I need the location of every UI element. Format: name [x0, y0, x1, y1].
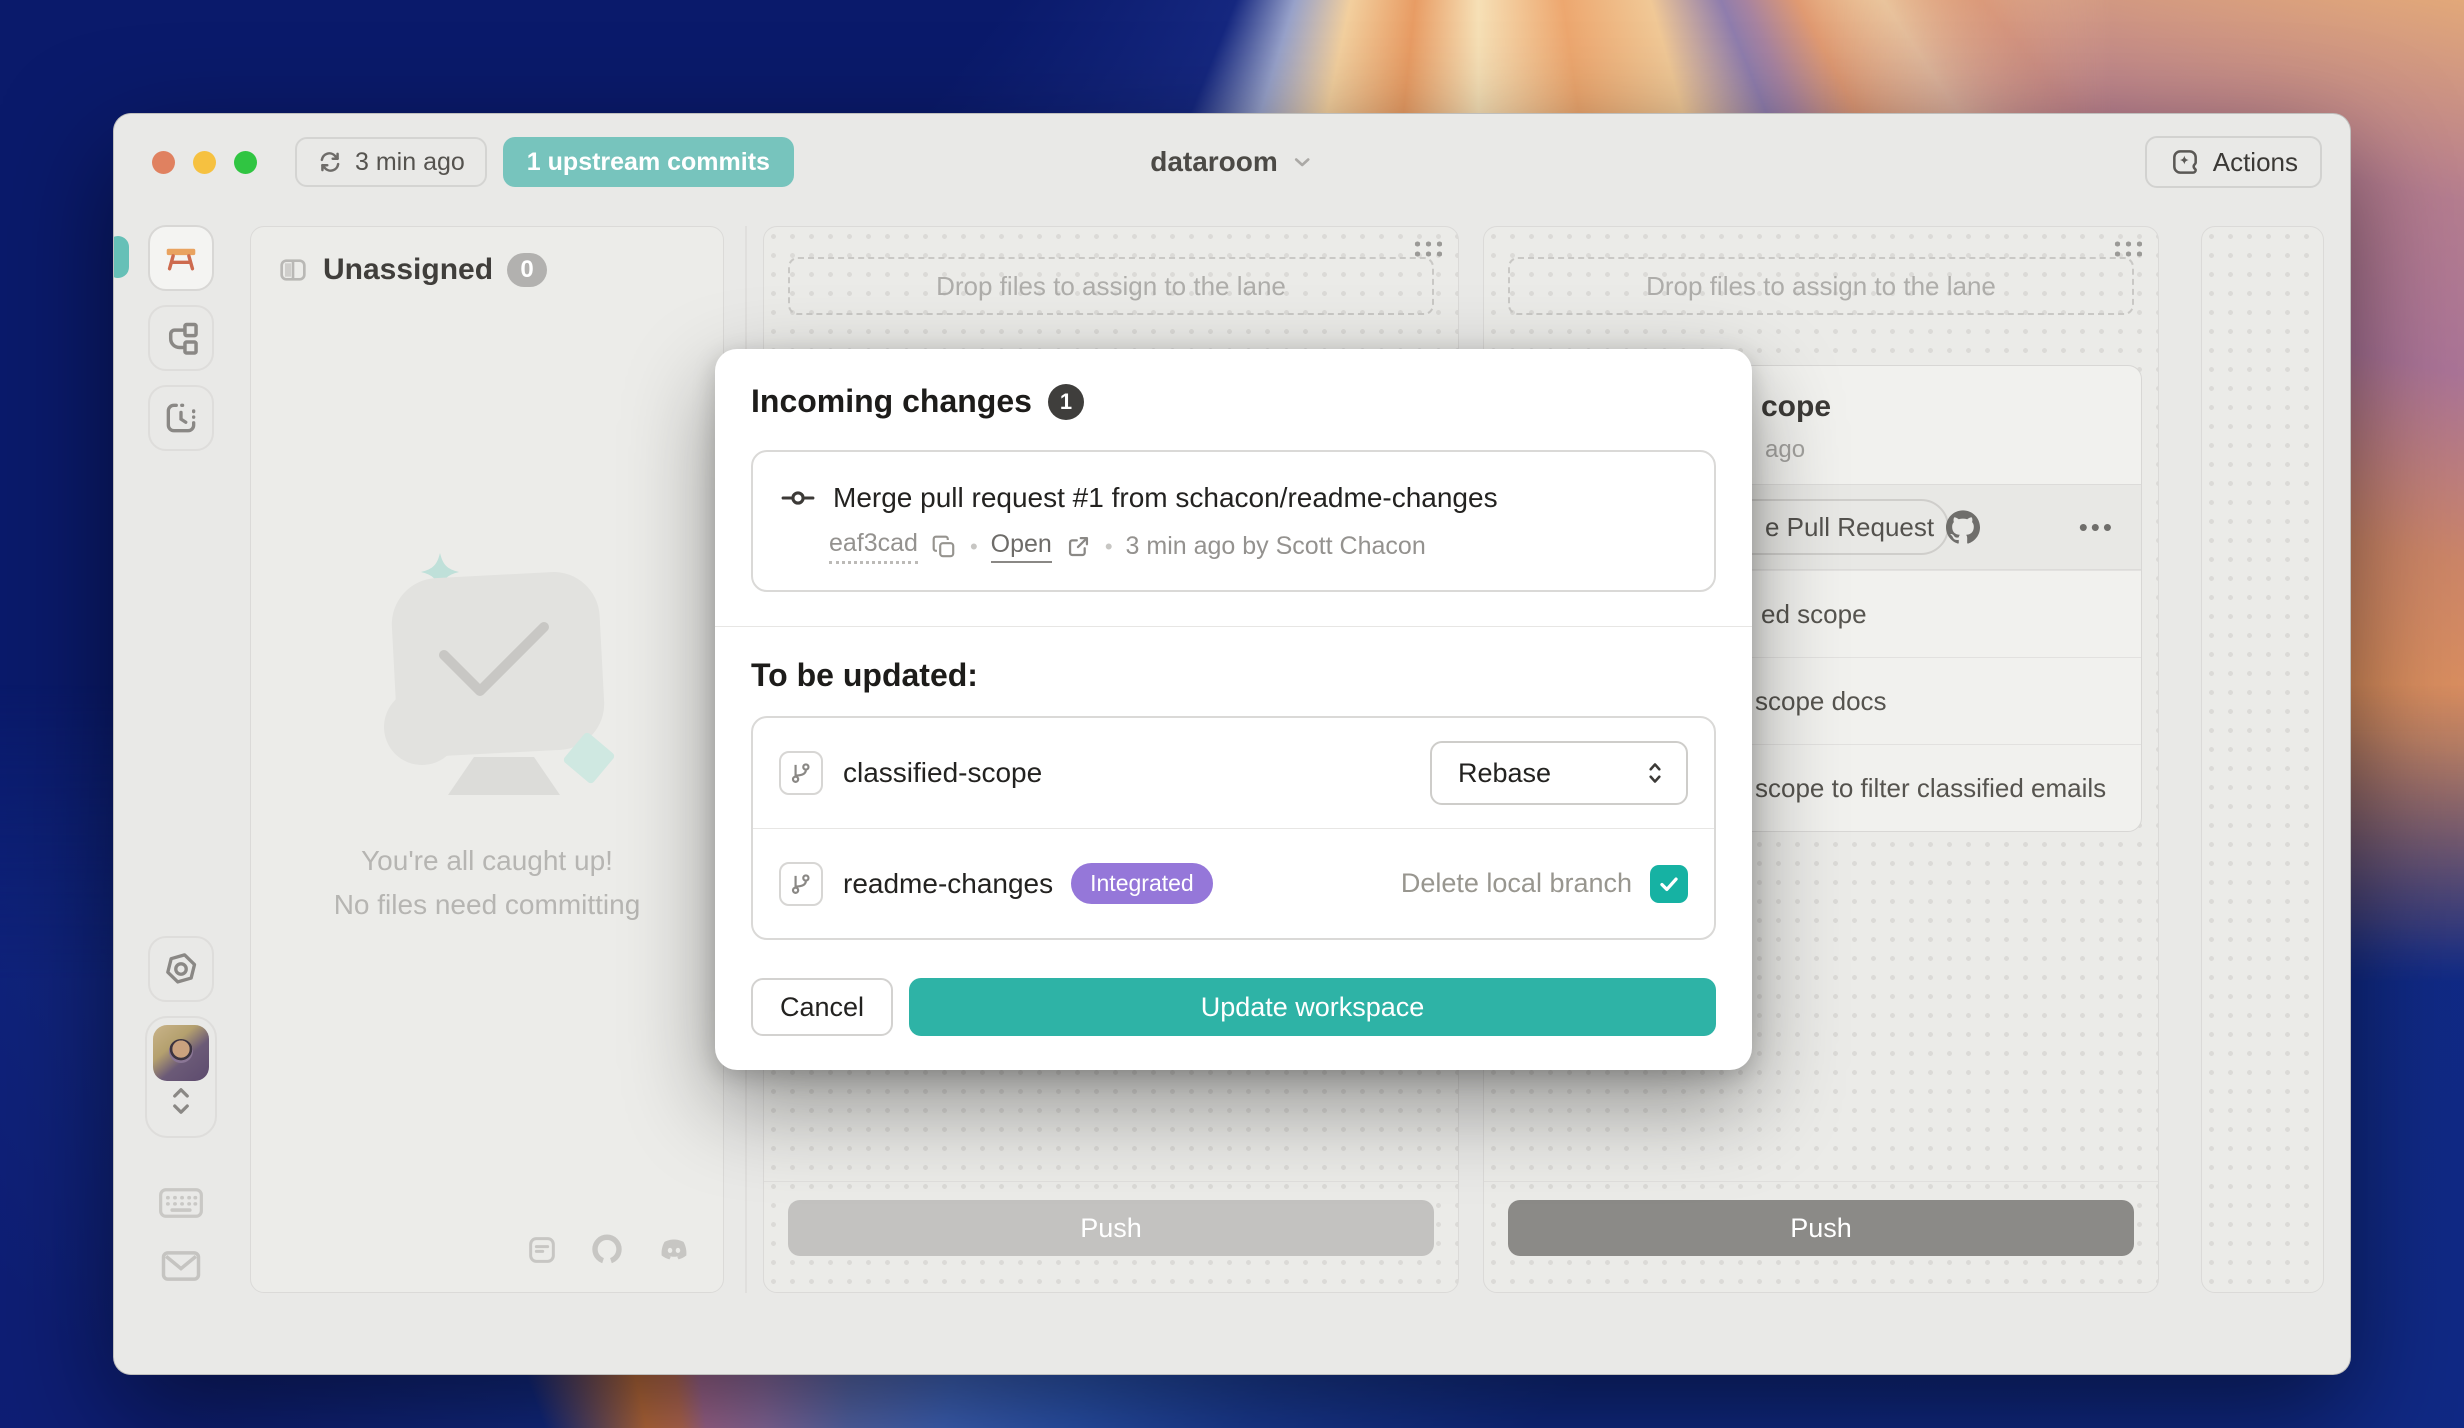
fetch-time-label: 3 min ago [355, 148, 465, 177]
actions-button[interactable]: Actions [2145, 136, 2322, 188]
close-window-button[interactable] [152, 151, 175, 174]
sync-icon [317, 149, 343, 175]
delete-local-branch-checkbox[interactable] [1650, 865, 1688, 903]
branch-row-readme-changes: readme-changes Integrated Delete local b… [753, 828, 1714, 938]
discord-icon[interactable] [655, 1233, 693, 1267]
integrated-badge: Integrated [1071, 863, 1213, 904]
merge-strategy-select[interactable]: Rebase [1430, 741, 1688, 805]
modal-footer: Cancel Update workspace [751, 978, 1716, 1036]
lane-2-footer: Push [1484, 1181, 2158, 1292]
open-source-icon[interactable] [589, 1232, 625, 1268]
branch-card-title-fragment: cope [1761, 390, 2115, 424]
workbench-icon [161, 238, 201, 278]
branch-card-time-fragment: ago [1765, 436, 2115, 464]
zoom-window-button[interactable] [234, 151, 257, 174]
caught-up-illustration [322, 551, 652, 811]
icon-rail [114, 210, 248, 1374]
delete-local-branch-label: Delete local branch [1401, 868, 1632, 899]
lane-drag-handle[interactable] [2112, 239, 2142, 257]
lane-1-footer: Push [764, 1181, 1458, 1292]
fetch-status-button[interactable]: 3 min ago [295, 137, 487, 187]
gear-icon [162, 950, 200, 988]
modal-divider [715, 626, 1752, 627]
upstream-commits-badge[interactable]: 1 upstream commits [503, 137, 794, 187]
empty-state-text: You're all caught up! No files need comm… [251, 839, 723, 927]
branch-row-classified-scope: classified-scope Rebase [753, 718, 1714, 828]
split-view-icon [277, 254, 309, 286]
branch-name: readme-changes [843, 868, 1053, 900]
commit-meta-row: eaf3cad • Open • 3 min ago by Scott Chac… [829, 529, 1686, 564]
branch-icon [779, 862, 823, 906]
branches-to-update-card: classified-scope Rebase readme-changes I… [751, 716, 1716, 940]
lane-1-dropzone[interactable]: Drop files to assign to the lane [788, 257, 1434, 315]
pr-state-link[interactable]: Open [991, 530, 1052, 563]
external-link-icon[interactable] [1065, 533, 1092, 560]
minimize-window-button[interactable] [193, 151, 216, 174]
modal-header: Incoming changes 1 [751, 383, 1716, 420]
separator-dot: • [970, 534, 978, 560]
settings-button[interactable] [148, 936, 214, 1002]
empty-state-line1: You're all caught up! [251, 839, 723, 883]
modal-title: Incoming changes [751, 383, 1032, 420]
commit-meta: 3 min ago by Scott Chacon [1126, 532, 1426, 561]
unassigned-header: Unassigned 0 [251, 227, 723, 313]
branch-name: classified-scope [843, 757, 1042, 789]
incoming-commit-card: Merge pull request #1 from schacon/readm… [751, 450, 1716, 592]
separator-dot: • [1105, 534, 1113, 560]
history-tab-button[interactable] [148, 385, 214, 451]
branches-icon [162, 319, 200, 357]
unassigned-title: Unassigned [323, 253, 493, 287]
account-switcher[interactable] [145, 1016, 217, 1138]
cancel-button[interactable]: Cancel [751, 978, 893, 1036]
project-switcher[interactable]: dataroom [1150, 146, 1314, 178]
branches-tab-button[interactable] [148, 305, 214, 371]
unassigned-panel: Unassigned 0 You're all caught up! No [250, 226, 724, 1293]
project-title: dataroom [1150, 146, 1278, 178]
unassigned-count-badge: 0 [507, 253, 547, 287]
lane-drag-handle[interactable] [1412, 239, 1442, 257]
selected-strategy: Rebase [1458, 758, 1551, 789]
mail-feedback-button[interactable] [160, 1248, 202, 1284]
push-button[interactable]: Push [1508, 1200, 2134, 1256]
sparkle-box-icon [2169, 146, 2201, 178]
lane-3-partial [2201, 226, 2324, 1293]
commit-message-fragment: scope to filter classified emails [1755, 773, 2106, 804]
update-workspace-button[interactable]: Update workspace [909, 978, 1716, 1036]
keyboard-shortcuts-button[interactable] [158, 1185, 204, 1221]
commit-icon [781, 485, 815, 511]
commit-message-fragment: scope docs [1755, 686, 1887, 717]
actions-label: Actions [2213, 147, 2298, 178]
window-toolbar: 3 min ago 1 upstream commits dataroom Ac… [114, 114, 2350, 210]
push-button-disabled[interactable]: Push [788, 1200, 1434, 1256]
active-tab-indicator [113, 236, 129, 278]
to-be-updated-title: To be updated: [751, 657, 1716, 694]
traffic-lights [152, 151, 257, 174]
panel-footer-links [525, 1232, 693, 1268]
user-avatar [153, 1025, 209, 1081]
release-notes-icon[interactable] [525, 1233, 559, 1267]
copy-icon[interactable] [931, 534, 957, 560]
lane-2-dropzone[interactable]: Drop files to assign to the lane [1508, 257, 2134, 315]
pr-button-label-fragment: e Pull Request [1765, 512, 1934, 543]
chevron-up-down-icon [166, 1081, 196, 1121]
chevron-up-down-icon [1642, 758, 1668, 788]
workspace-tab-button[interactable] [148, 225, 214, 291]
github-icon [1946, 510, 1980, 544]
commit-title-row: Merge pull request #1 from schacon/readm… [781, 482, 1686, 514]
commit-message: Merge pull request #1 from schacon/readm… [833, 482, 1498, 514]
commit-sha[interactable]: eaf3cad [829, 529, 918, 564]
branch-icon [779, 751, 823, 795]
incoming-count-badge: 1 [1048, 384, 1084, 420]
incoming-changes-modal: Incoming changes 1 Merge pull request #1… [715, 349, 1752, 1070]
history-clock-icon [162, 399, 200, 437]
empty-state-line2: No files need committing [251, 883, 723, 927]
chevron-down-icon [1290, 150, 1314, 174]
commit-message-fragment: ed scope [1761, 599, 1867, 630]
branch-menu-ellipsis[interactable]: ••• [2079, 512, 2115, 543]
